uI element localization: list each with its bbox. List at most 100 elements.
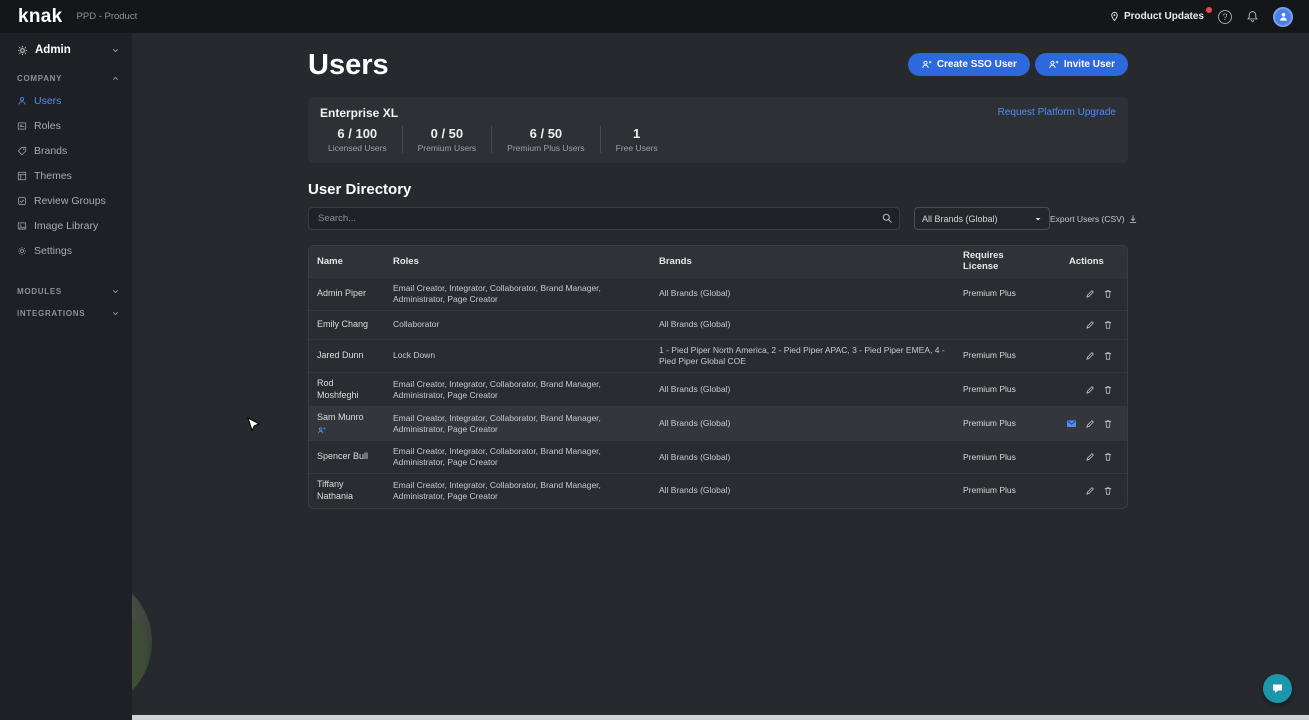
user-license: Premium Plus (963, 485, 1016, 496)
invite-user-label: Invite User (1063, 59, 1115, 70)
table-header-row: Name Roles Brands Requires License Actio… (309, 246, 1127, 277)
invite-user-button[interactable]: Invite User (1034, 53, 1128, 76)
edit-icon[interactable] (1085, 351, 1095, 361)
main-area: Users Create SSO User Invite User Enterp… (132, 33, 1309, 720)
col-header-brands: Brands (659, 255, 692, 267)
sidebar-section-integrations[interactable]: INTEGRATIONS (0, 301, 132, 323)
user-plus-icon (921, 59, 932, 70)
edit-icon[interactable] (1085, 320, 1095, 330)
sidebar-item-settings[interactable]: Settings (0, 238, 132, 263)
clipboard-check-icon (17, 196, 27, 206)
col-header-roles: Roles (393, 255, 419, 267)
user-name: Rod Moshfeghi (317, 377, 359, 400)
user-plus-icon (1048, 59, 1059, 70)
delete-icon[interactable] (1103, 351, 1113, 361)
delete-icon[interactable] (1103, 486, 1113, 496)
sidebar-item-users[interactable]: Users (0, 88, 132, 113)
users-icon (17, 96, 27, 106)
user-name-cell: Sam Munro (309, 407, 385, 440)
sidebar-item-label: Image Library (34, 219, 99, 232)
user-name: Jared Dunn (317, 350, 364, 361)
user-brands: All Brands (Global) (659, 319, 731, 330)
col-header-actions: Actions (1069, 255, 1104, 267)
stat-premium-plus-users: 6 / 50 Premium Plus Users (492, 126, 601, 153)
user-license: Premium Plus (963, 451, 1016, 462)
sidebar-item-themes[interactable]: Themes (0, 163, 132, 188)
row-actions (1049, 447, 1127, 467)
plan-name: Enterprise XL (320, 106, 399, 120)
user-name: Emily Chang (317, 319, 369, 330)
brand-filter-select[interactable]: All Brands (Global) (914, 207, 1050, 230)
users-table: Name Roles Brands Requires License Actio… (308, 245, 1128, 509)
edit-icon[interactable] (1085, 486, 1095, 496)
tag-icon (17, 146, 27, 156)
user-avatar[interactable] (1273, 6, 1293, 27)
chevron-up-icon (111, 74, 120, 83)
delete-icon[interactable] (1103, 289, 1113, 299)
edit-icon[interactable] (1085, 289, 1095, 299)
edit-icon[interactable] (1085, 452, 1095, 462)
company-section-label: COMPANY (17, 74, 63, 83)
row-actions (1049, 284, 1127, 304)
row-actions (1049, 413, 1127, 434)
table-row: Emily Chang Collaborator All Brands (Glo… (309, 309, 1127, 339)
user-license: Premium Plus (963, 288, 1016, 299)
chat-bubble-icon (1271, 682, 1284, 695)
themes-icon (17, 171, 27, 181)
stat-free-users: 1 Free Users (601, 126, 673, 153)
export-users-csv-link[interactable]: Export Users (CSV) (1050, 214, 1138, 224)
stat-label: Premium Plus Users (507, 143, 585, 153)
stat-label: Premium Users (417, 143, 477, 153)
edit-icon[interactable] (1085, 418, 1095, 429)
help-button[interactable]: ? (1218, 9, 1232, 24)
product-updates-label: Product Updates (1123, 11, 1204, 22)
product-updates-button[interactable]: Product Updates (1109, 6, 1213, 22)
settings-gear-icon (17, 246, 27, 256)
request-upgrade-link[interactable]: Request Platform Upgrade (998, 107, 1116, 118)
sidebar-section-modules[interactable]: MODULES (0, 279, 132, 301)
export-label: Export Users (CSV) (1050, 213, 1125, 224)
delete-icon[interactable] (1103, 320, 1113, 330)
user-brands: All Brands (Global) (659, 288, 731, 299)
sidebar-item-review-groups[interactable]: Review Groups (0, 188, 132, 213)
help-label: ? (1222, 11, 1228, 22)
delete-icon[interactable] (1103, 452, 1113, 462)
chat-widget-button[interactable] (1263, 674, 1292, 703)
table-row: Jared Dunn Lock Down 1 - Pied Piper Nort… (309, 338, 1127, 372)
user-brands: All Brands (Global) (659, 418, 731, 429)
sidebar-section-company[interactable]: COMPANY (0, 66, 132, 88)
user-name: Tiffany Nathania (317, 479, 354, 501)
user-roles: Email Creator, Integrator, Collaborator,… (393, 378, 601, 400)
modules-section-label: MODULES (17, 287, 62, 296)
user-name: Admin Piper (317, 287, 367, 298)
chevron-down-icon (111, 309, 120, 318)
user-roles: Email Creator, Integrator, Collaborator,… (393, 282, 601, 304)
topbar-right: Product Updates ? (1109, 6, 1293, 27)
stat-licensed-users: 6 / 100 Licensed Users (320, 126, 403, 153)
directory-controls: All Brands (Global) Export Users (CSV) (308, 207, 1136, 230)
delete-icon[interactable] (1103, 418, 1113, 429)
sidebar-item-roles[interactable]: Roles (0, 113, 132, 138)
sidebar-item-image-library[interactable]: Image Library (0, 213, 132, 238)
knak-logo[interactable]: knak (18, 6, 63, 28)
user-name: Spencer Bull (317, 451, 369, 462)
row-actions (1049, 315, 1127, 335)
sidebar-item-brands[interactable]: Brands (0, 138, 132, 163)
stat-label: Licensed Users (328, 143, 387, 153)
row-actions (1049, 481, 1127, 501)
sso-user-icon (317, 426, 377, 435)
bell-icon[interactable] (1246, 10, 1259, 23)
search-input[interactable] (308, 207, 900, 230)
sidebar-item-label: Settings (34, 244, 72, 257)
resend-invite-mail-icon[interactable] (1066, 418, 1077, 429)
sidebar-admin[interactable]: Admin (0, 33, 132, 66)
edit-icon[interactable] (1085, 385, 1095, 395)
delete-icon[interactable] (1103, 385, 1113, 395)
sidebar-item-label: Review Groups (34, 194, 106, 207)
user-license: Premium Plus (963, 350, 1016, 361)
user-name: Sam Munro (317, 412, 364, 423)
sidebar: Admin COMPANY Users Roles Brands Themes (0, 33, 132, 720)
directory-title: User Directory (308, 181, 412, 198)
create-sso-user-button[interactable]: Create SSO User (907, 53, 1030, 76)
user-license: Premium Plus (963, 418, 1016, 429)
